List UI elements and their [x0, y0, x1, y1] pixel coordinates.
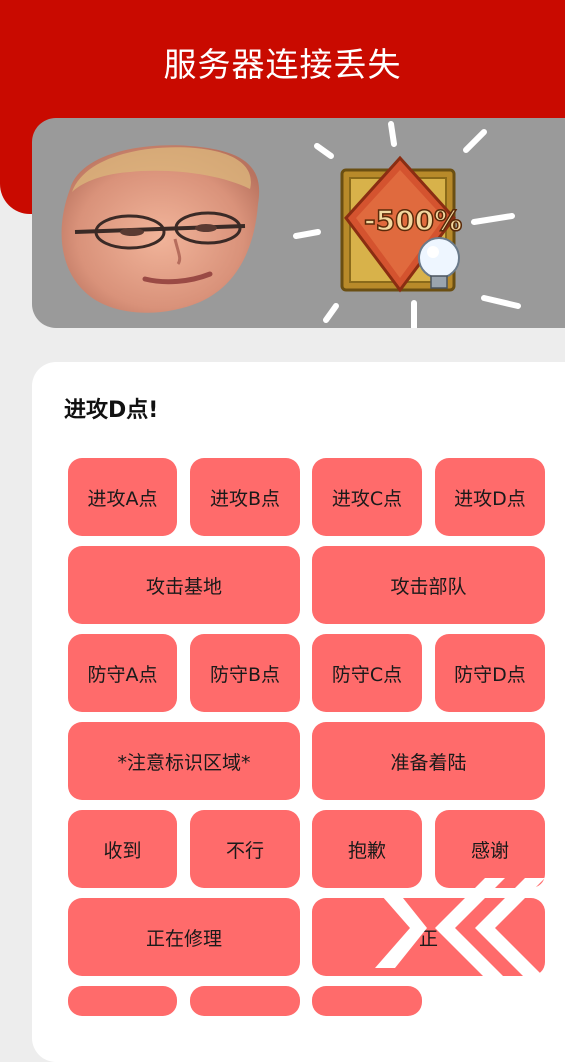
command-button-label: 防守B点	[209, 663, 281, 686]
page-title: 服务器连接丢失	[163, 45, 402, 84]
banner: -500%	[32, 118, 565, 328]
button-row7-1[interactable]	[68, 986, 177, 1016]
command-button-label: 进攻D点	[454, 487, 526, 510]
button-row7-2[interactable]	[190, 986, 300, 1016]
attack-troops-button[interactable]: 攻击部队	[312, 546, 545, 624]
attack-base-button[interactable]: 攻击基地	[68, 546, 300, 624]
command-button-label: 进攻A点	[87, 487, 158, 510]
command-button-label: 防守A点	[87, 663, 158, 686]
button-row7-3[interactable]	[312, 986, 422, 1016]
current-command-label: 进攻D点!	[64, 398, 159, 423]
command-button-label: 防守C点	[331, 663, 403, 686]
command-button-label: 正在修理	[145, 927, 222, 950]
received-button[interactable]: 收到	[68, 810, 177, 888]
command-button-label: 进攻C点	[331, 487, 403, 510]
partial-button[interactable]: 正	[312, 898, 545, 976]
boost-badge-icon: -500%	[293, 121, 521, 328]
attack-d-button[interactable]: 进攻D点	[435, 458, 545, 536]
attack-a-button[interactable]: 进攻A点	[68, 458, 177, 536]
command-button-label: 进攻B点	[209, 487, 281, 510]
command-button-label: 收到	[103, 839, 142, 862]
command-button-label: 攻击部队	[390, 575, 467, 598]
prepare-landing-button[interactable]: 准备着陆	[312, 722, 545, 800]
command-button-label: *注意标识区域*	[117, 751, 251, 774]
attack-b-button[interactable]: 进攻B点	[190, 458, 300, 536]
command-button-label: 防守D点	[454, 663, 526, 686]
command-button-label: 准备着陆	[390, 751, 467, 774]
command-button-label: 攻击基地	[145, 575, 222, 598]
face-image	[61, 145, 260, 313]
command-button-label: 感谢	[470, 839, 509, 862]
defend-c-button[interactable]: 防守C点	[312, 634, 422, 712]
sorry-button[interactable]: 抱歉	[312, 810, 422, 888]
command-button-label: 不行	[225, 839, 264, 862]
defend-d-button[interactable]: 防守D点	[435, 634, 545, 712]
repairing-button[interactable]: 正在修理	[68, 898, 300, 976]
defend-a-button[interactable]: 防守A点	[68, 634, 177, 712]
badge-text: -500%	[364, 204, 462, 237]
command-button-label: 正	[418, 927, 438, 950]
thanks-button[interactable]: 感谢	[435, 810, 545, 888]
attack-c-button[interactable]: 进攻C点	[312, 458, 422, 536]
defend-b-button[interactable]: 防守B点	[190, 634, 300, 712]
no-button[interactable]: 不行	[190, 810, 300, 888]
command-button-label: 抱歉	[347, 839, 386, 862]
mark-area-button[interactable]: *注意标识区域*	[68, 722, 300, 800]
